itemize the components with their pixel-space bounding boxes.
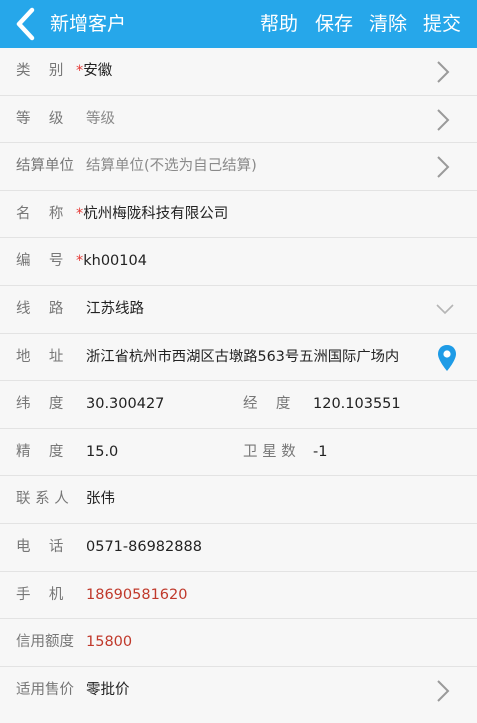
route-value: 江苏线路 xyxy=(86,300,144,317)
precision-value[interactable]: 15.0 xyxy=(86,429,118,476)
back-arrow-icon[interactable] xyxy=(10,6,46,42)
chevron-right-icon xyxy=(437,680,450,702)
clear-button[interactable]: 清除 xyxy=(369,12,407,36)
mobile-label: 手 机 xyxy=(16,586,64,603)
page-title: 新增客户 xyxy=(50,13,127,35)
precision-row: 精 度 15.0 卫 星 数 -1 xyxy=(0,428,477,477)
name-label: 名 称 xyxy=(16,205,64,222)
chevron-down-icon[interactable] xyxy=(435,303,455,315)
customer-form: 类 别 *安徽 等 级 等级 结算单位 结算单位(不选为自己结算) 名 称 *杭… xyxy=(0,48,477,715)
code-text: kh00104 xyxy=(83,253,147,270)
top-bar: 新增客户 帮助 保存 清除 提交 xyxy=(0,0,477,48)
grade-label: 等 级 xyxy=(16,110,64,127)
route-label: 线 路 xyxy=(16,300,64,317)
grade-placeholder: 等级 xyxy=(86,110,115,127)
longitude-value[interactable]: 120.103551 xyxy=(313,381,401,428)
address-value[interactable]: 浙江省杭州市西湖区古墩路563号五洲国际广场内 xyxy=(86,334,399,381)
route-row[interactable]: 线 路 江苏线路 xyxy=(0,285,477,334)
chevron-right-icon xyxy=(437,156,450,178)
category-row[interactable]: 类 别 *安徽 xyxy=(0,48,477,96)
credit-value[interactable]: 15800 xyxy=(86,619,132,666)
mobile-row[interactable]: 手 机 18690581620 xyxy=(0,571,477,620)
contact-label: 联 系 人 xyxy=(16,491,69,508)
credit-row[interactable]: 信用额度 15800 xyxy=(0,619,477,667)
satellites-label: 卫 星 数 xyxy=(243,443,296,460)
name-value[interactable]: *杭州梅陇科技有限公司 xyxy=(76,191,228,238)
save-button[interactable]: 保存 xyxy=(315,12,353,36)
grade-row[interactable]: 等 级 等级 xyxy=(0,95,477,144)
code-label: 编 号 xyxy=(16,253,64,270)
contact-value[interactable]: 张伟 xyxy=(86,476,115,523)
phone-label: 电 话 xyxy=(16,538,64,555)
help-button[interactable]: 帮助 xyxy=(260,12,298,36)
name-text: 杭州梅陇科技有限公司 xyxy=(83,205,229,222)
code-row[interactable]: 编 号 *kh00104 xyxy=(0,238,477,286)
category-value: *安徽 xyxy=(76,48,112,95)
category-label: 类 别 xyxy=(16,63,64,79)
address-label: 地 址 xyxy=(16,348,64,365)
code-value[interactable]: *kh00104 xyxy=(76,238,147,285)
chevron-right-icon xyxy=(437,61,450,83)
category-text: 安徽 xyxy=(83,63,113,79)
coordinates-row: 纬 度 30.300427 经 度 120.103551 xyxy=(0,381,477,429)
mobile-value[interactable]: 18690581620 xyxy=(86,572,187,619)
credit-label: 信用额度 xyxy=(16,634,74,651)
satellites-value[interactable]: -1 xyxy=(313,429,327,476)
phone-row[interactable]: 电 话 0571-86982888 xyxy=(0,523,477,572)
latitude-value[interactable]: 30.300427 xyxy=(86,381,164,428)
settlement-placeholder: 结算单位(不选为自己结算) xyxy=(86,158,257,175)
chevron-right-icon xyxy=(437,108,450,131)
submit-button[interactable]: 提交 xyxy=(423,12,461,36)
name-row[interactable]: 名 称 *杭州梅陇科技有限公司 xyxy=(0,190,477,239)
phone-value[interactable]: 0571-86982888 xyxy=(86,524,202,571)
latitude-label: 纬 度 xyxy=(16,396,64,413)
address-row[interactable]: 地 址 浙江省杭州市西湖区古墩路563号五洲国际广场内 xyxy=(0,333,477,382)
precision-label: 精 度 xyxy=(16,443,64,460)
settlement-row[interactable]: 结算单位 结算单位(不选为自己结算) xyxy=(0,143,477,191)
price-value: 零批价 xyxy=(86,681,130,698)
location-pin-icon[interactable] xyxy=(437,344,457,372)
settlement-label: 结算单位 xyxy=(16,158,74,175)
price-row[interactable]: 适用售价 零批价 xyxy=(0,666,477,715)
price-label: 适用售价 xyxy=(16,681,74,698)
contact-row[interactable]: 联 系 人 张伟 xyxy=(0,476,477,524)
longitude-label: 经 度 xyxy=(243,396,291,413)
